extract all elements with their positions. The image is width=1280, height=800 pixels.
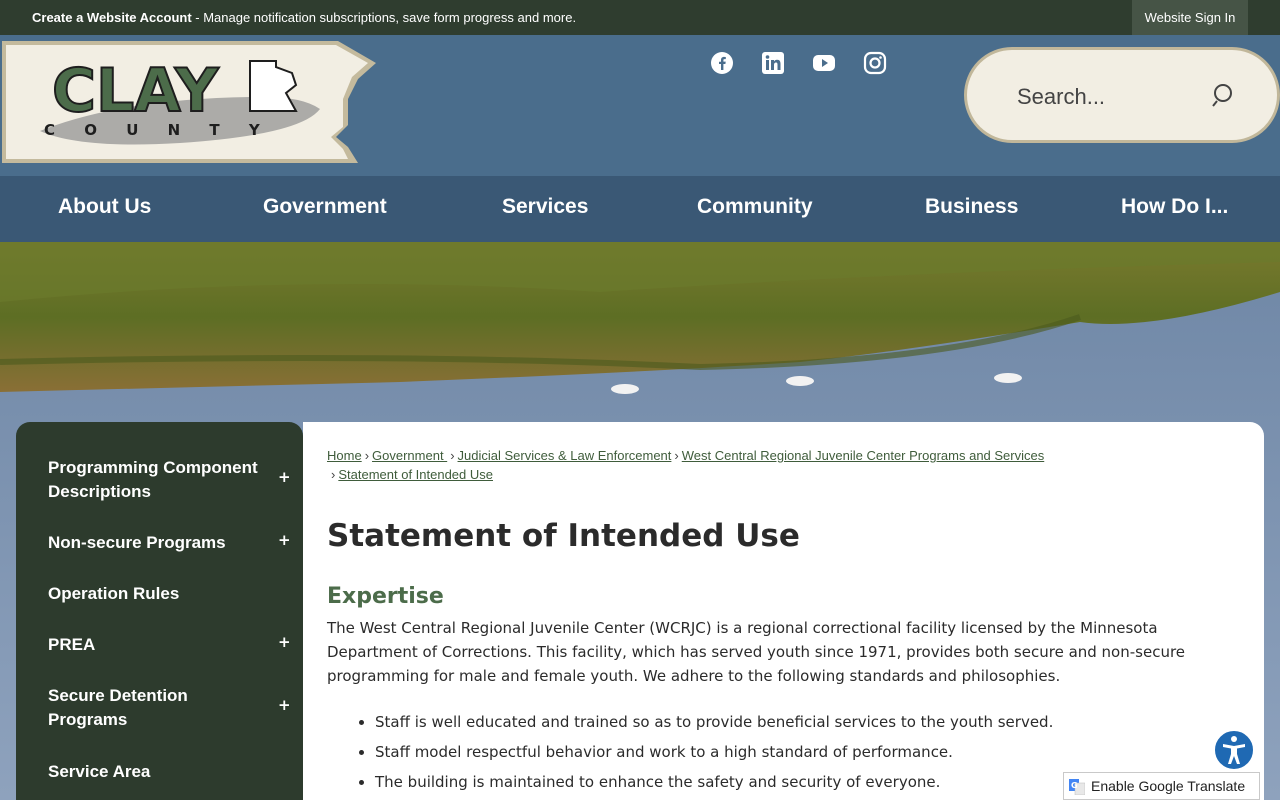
account-description: - Manage notification subscriptions, sav… — [191, 10, 577, 25]
search-box — [964, 47, 1280, 143]
linkedin-icon[interactable] — [761, 51, 785, 75]
website-sign-in-button[interactable]: Website Sign In — [1132, 0, 1248, 35]
sidebar-item-secure-detention-programs[interactable]: Secure Detention Programs — [48, 684, 268, 732]
sidebar-item-non-secure-programs[interactable]: Non-secure Programs — [48, 531, 268, 555]
list-item: Staff is well educated and trained so as… — [359, 710, 1195, 740]
list-item: Staff model respectful behavior and work… — [359, 740, 1195, 770]
expand-toggle-programming[interactable]: + — [278, 468, 291, 486]
logo-text-clay: CLAY — [52, 56, 220, 126]
nav-business[interactable]: Business — [925, 176, 1018, 242]
sidebar-item-programming-component-descriptions[interactable]: Programming Component Descriptions — [48, 456, 268, 504]
youtube-icon[interactable] — [812, 51, 836, 75]
google-translate-button[interactable]: G Enable Google Translate — [1063, 772, 1260, 800]
sidebar-item-prea[interactable]: PREA — [48, 633, 268, 657]
accessibility-button[interactable] — [1213, 729, 1255, 771]
breadcrumb-home[interactable]: Home — [327, 448, 362, 463]
main-content: Home › Government › Judicial Services & Law… — [303, 422, 1264, 800]
expand-toggle-non-secure[interactable]: + — [278, 531, 291, 549]
breadcrumb-wcrjc-programs[interactable]: West Central Regional Juvenile Center Pr… — [682, 448, 1044, 463]
page-title: Statement of Intended Use — [327, 518, 800, 554]
translate-label: Enable Google Translate — [1091, 778, 1246, 794]
instagram-icon[interactable] — [863, 51, 887, 75]
svg-text:G: G — [1071, 781, 1078, 790]
nav-about-us[interactable]: About Us — [58, 176, 151, 242]
accessibility-icon — [1223, 736, 1245, 764]
logo-text-county: C O U N T Y — [44, 121, 272, 139]
breadcrumb-current[interactable]: Statement of Intended Use — [338, 467, 493, 482]
site-header: CLAY C O U N T Y — [0, 35, 1280, 176]
intro-paragraph: The West Central Regional Juvenile Cente… — [327, 619, 1186, 685]
top-bar: Create a Website Account - Manage notifi… — [0, 0, 1280, 35]
nav-how-do-i[interactable]: How Do I... — [1121, 176, 1228, 242]
expand-toggle-prea[interactable]: + — [278, 633, 291, 651]
sidebar-item-service-area[interactable]: Service Area — [48, 760, 268, 784]
section-heading: Expertise — [327, 584, 444, 609]
search-input[interactable] — [1017, 80, 1197, 114]
expand-toggle-secure-detention[interactable]: + — [278, 696, 291, 714]
nav-services[interactable]: Services — [502, 176, 588, 242]
social-links — [710, 51, 887, 75]
sidebar-item-operation-rules[interactable]: Operation Rules — [48, 582, 268, 606]
nav-community[interactable]: Community — [697, 176, 813, 242]
breadcrumb: Home › Government › Judicial Services & Law… — [327, 448, 1045, 482]
google-translate-icon: G — [1069, 779, 1085, 795]
nav-government[interactable]: Government — [263, 176, 387, 242]
breadcrumb-judicial-services[interactable]: Judicial Services & Law Enforcement — [458, 448, 672, 463]
sidebar-navigation: Programming Component Descriptions + Non… — [16, 422, 303, 800]
create-account-link[interactable]: Create a Website Account — [32, 10, 192, 25]
breadcrumb-government[interactable]: Government — [372, 448, 447, 463]
account-message: Create a Website Account - Manage notifi… — [32, 10, 576, 25]
facebook-icon[interactable] — [710, 51, 734, 75]
clay-county-logo[interactable]: CLAY C O U N T Y — [0, 39, 378, 165]
search-icon[interactable] — [1211, 82, 1237, 108]
main-navigation: About Us Government Services Community B… — [0, 176, 1280, 242]
